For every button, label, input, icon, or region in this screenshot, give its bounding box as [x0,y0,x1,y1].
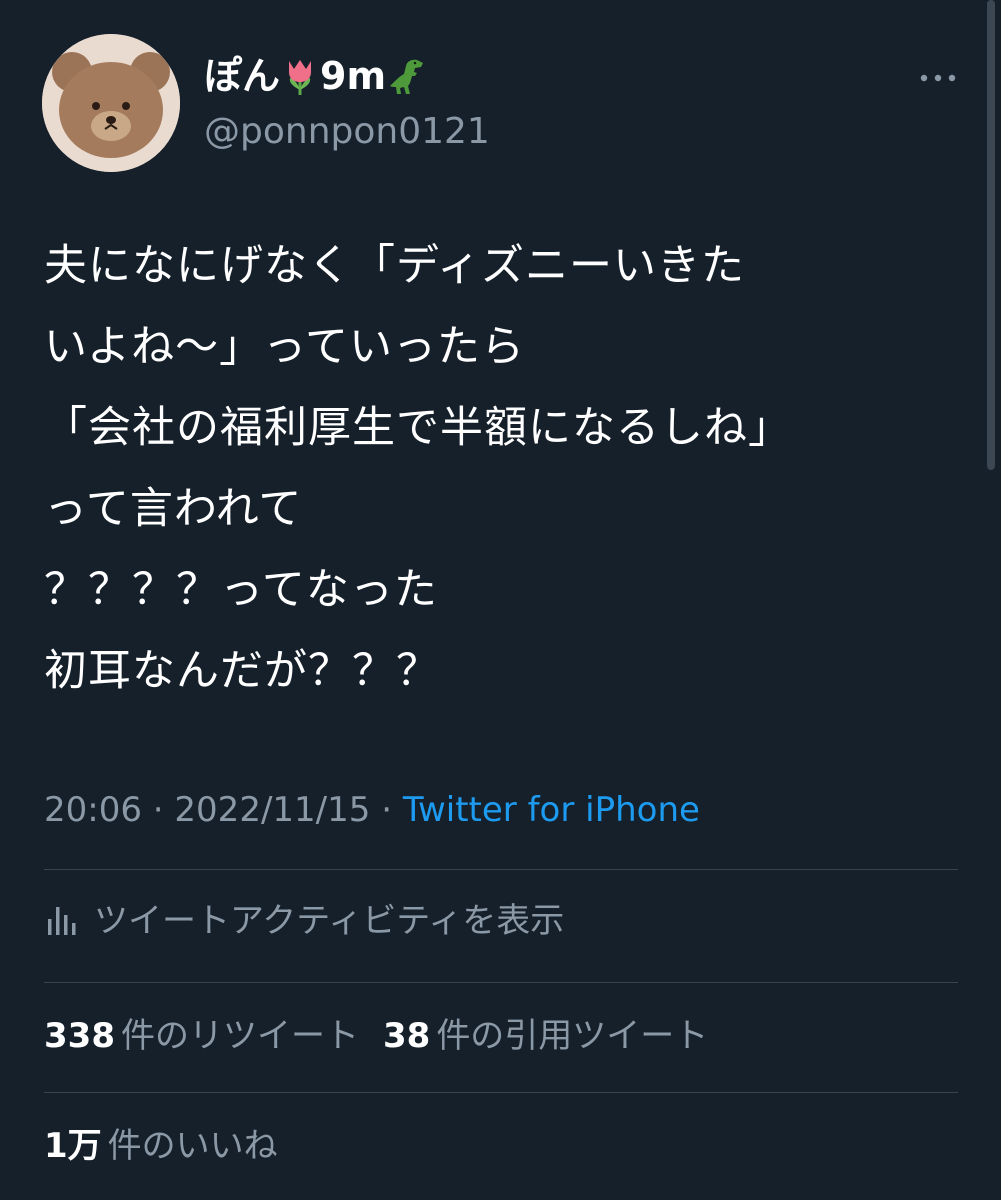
tweet-text-line: 「会社の福利厚生で半額になるしね」 [44,403,792,453]
tweet-text-line: いよね〜」っていったら [44,322,525,372]
tweet-text-line: ？？？？ってなった [44,565,438,615]
display-name-text: ぽん [204,54,281,98]
more-options-icon[interactable] [918,68,958,88]
user-handle[interactable]: @ponnpon0121 [204,110,490,154]
retweet-stats: 338 件のリツイート 38 件の引用ツイート [44,1011,708,1061]
retweets-count: 338 [44,1016,115,1056]
divider [44,1092,958,1093]
retweets-link[interactable]: 338 件のリツイート [44,1016,359,1056]
analytics-icon [48,907,76,935]
bear-avatar-image [42,34,180,172]
likes-link[interactable]: 1万 件のいいね [44,1126,278,1166]
tweet-text: 夫になにげなく「ディズニーいきた いよね〜」っていったら 「会社の福利厚生で半額… [44,226,944,712]
quotes-count: 38 [382,1016,431,1056]
tweet-activity-link[interactable]: ツイートアクティビティを表示 [44,896,564,946]
meta-separator: · [381,790,393,830]
display-name[interactable]: ぽん 9m [204,54,426,98]
tulip-icon [289,60,312,95]
t-rex-icon [390,59,424,94]
retweets-label: 件のリツイート [120,1016,359,1056]
quotes-label: 件の引用ツイート [436,1016,709,1056]
avatar[interactable] [42,34,180,172]
quotes-link[interactable]: 38 件の引用ツイート [383,1016,708,1056]
divider [44,982,958,983]
tweet-header: ぽん 9m @ponnpon0121 [42,34,962,174]
tweet-detail: ぽん 9m @ponnpon0121 夫になにげなく「ディズニーいきた いよね〜… [0,0,1001,1200]
like-stats: 1万 件のいいね [44,1121,278,1171]
scrollbar[interactable] [987,0,995,470]
likes-count: 1万 [44,1126,102,1166]
tweet-text-line: 夫になにげなく「ディズニーいきた [44,241,745,291]
tweet-text-line: って言われて [44,484,303,534]
tweet-source-link[interactable]: Twitter for iPhone [403,790,700,830]
display-name-suffix: 9m [320,54,387,98]
tweet-text-line: 初耳なんだが？？？ [44,646,440,696]
meta-separator: · [152,790,164,830]
tweet-date[interactable]: 2022/11/15 [174,790,370,830]
tweet-activity-label: ツイートアクティビティを表示 [94,901,565,941]
tweet-time[interactable]: 20:06 [44,790,142,830]
likes-label: 件のいいね [107,1126,278,1166]
divider [44,869,958,870]
tweet-meta: 20:06 · 2022/11/15 · Twitter for iPhone [44,788,700,832]
